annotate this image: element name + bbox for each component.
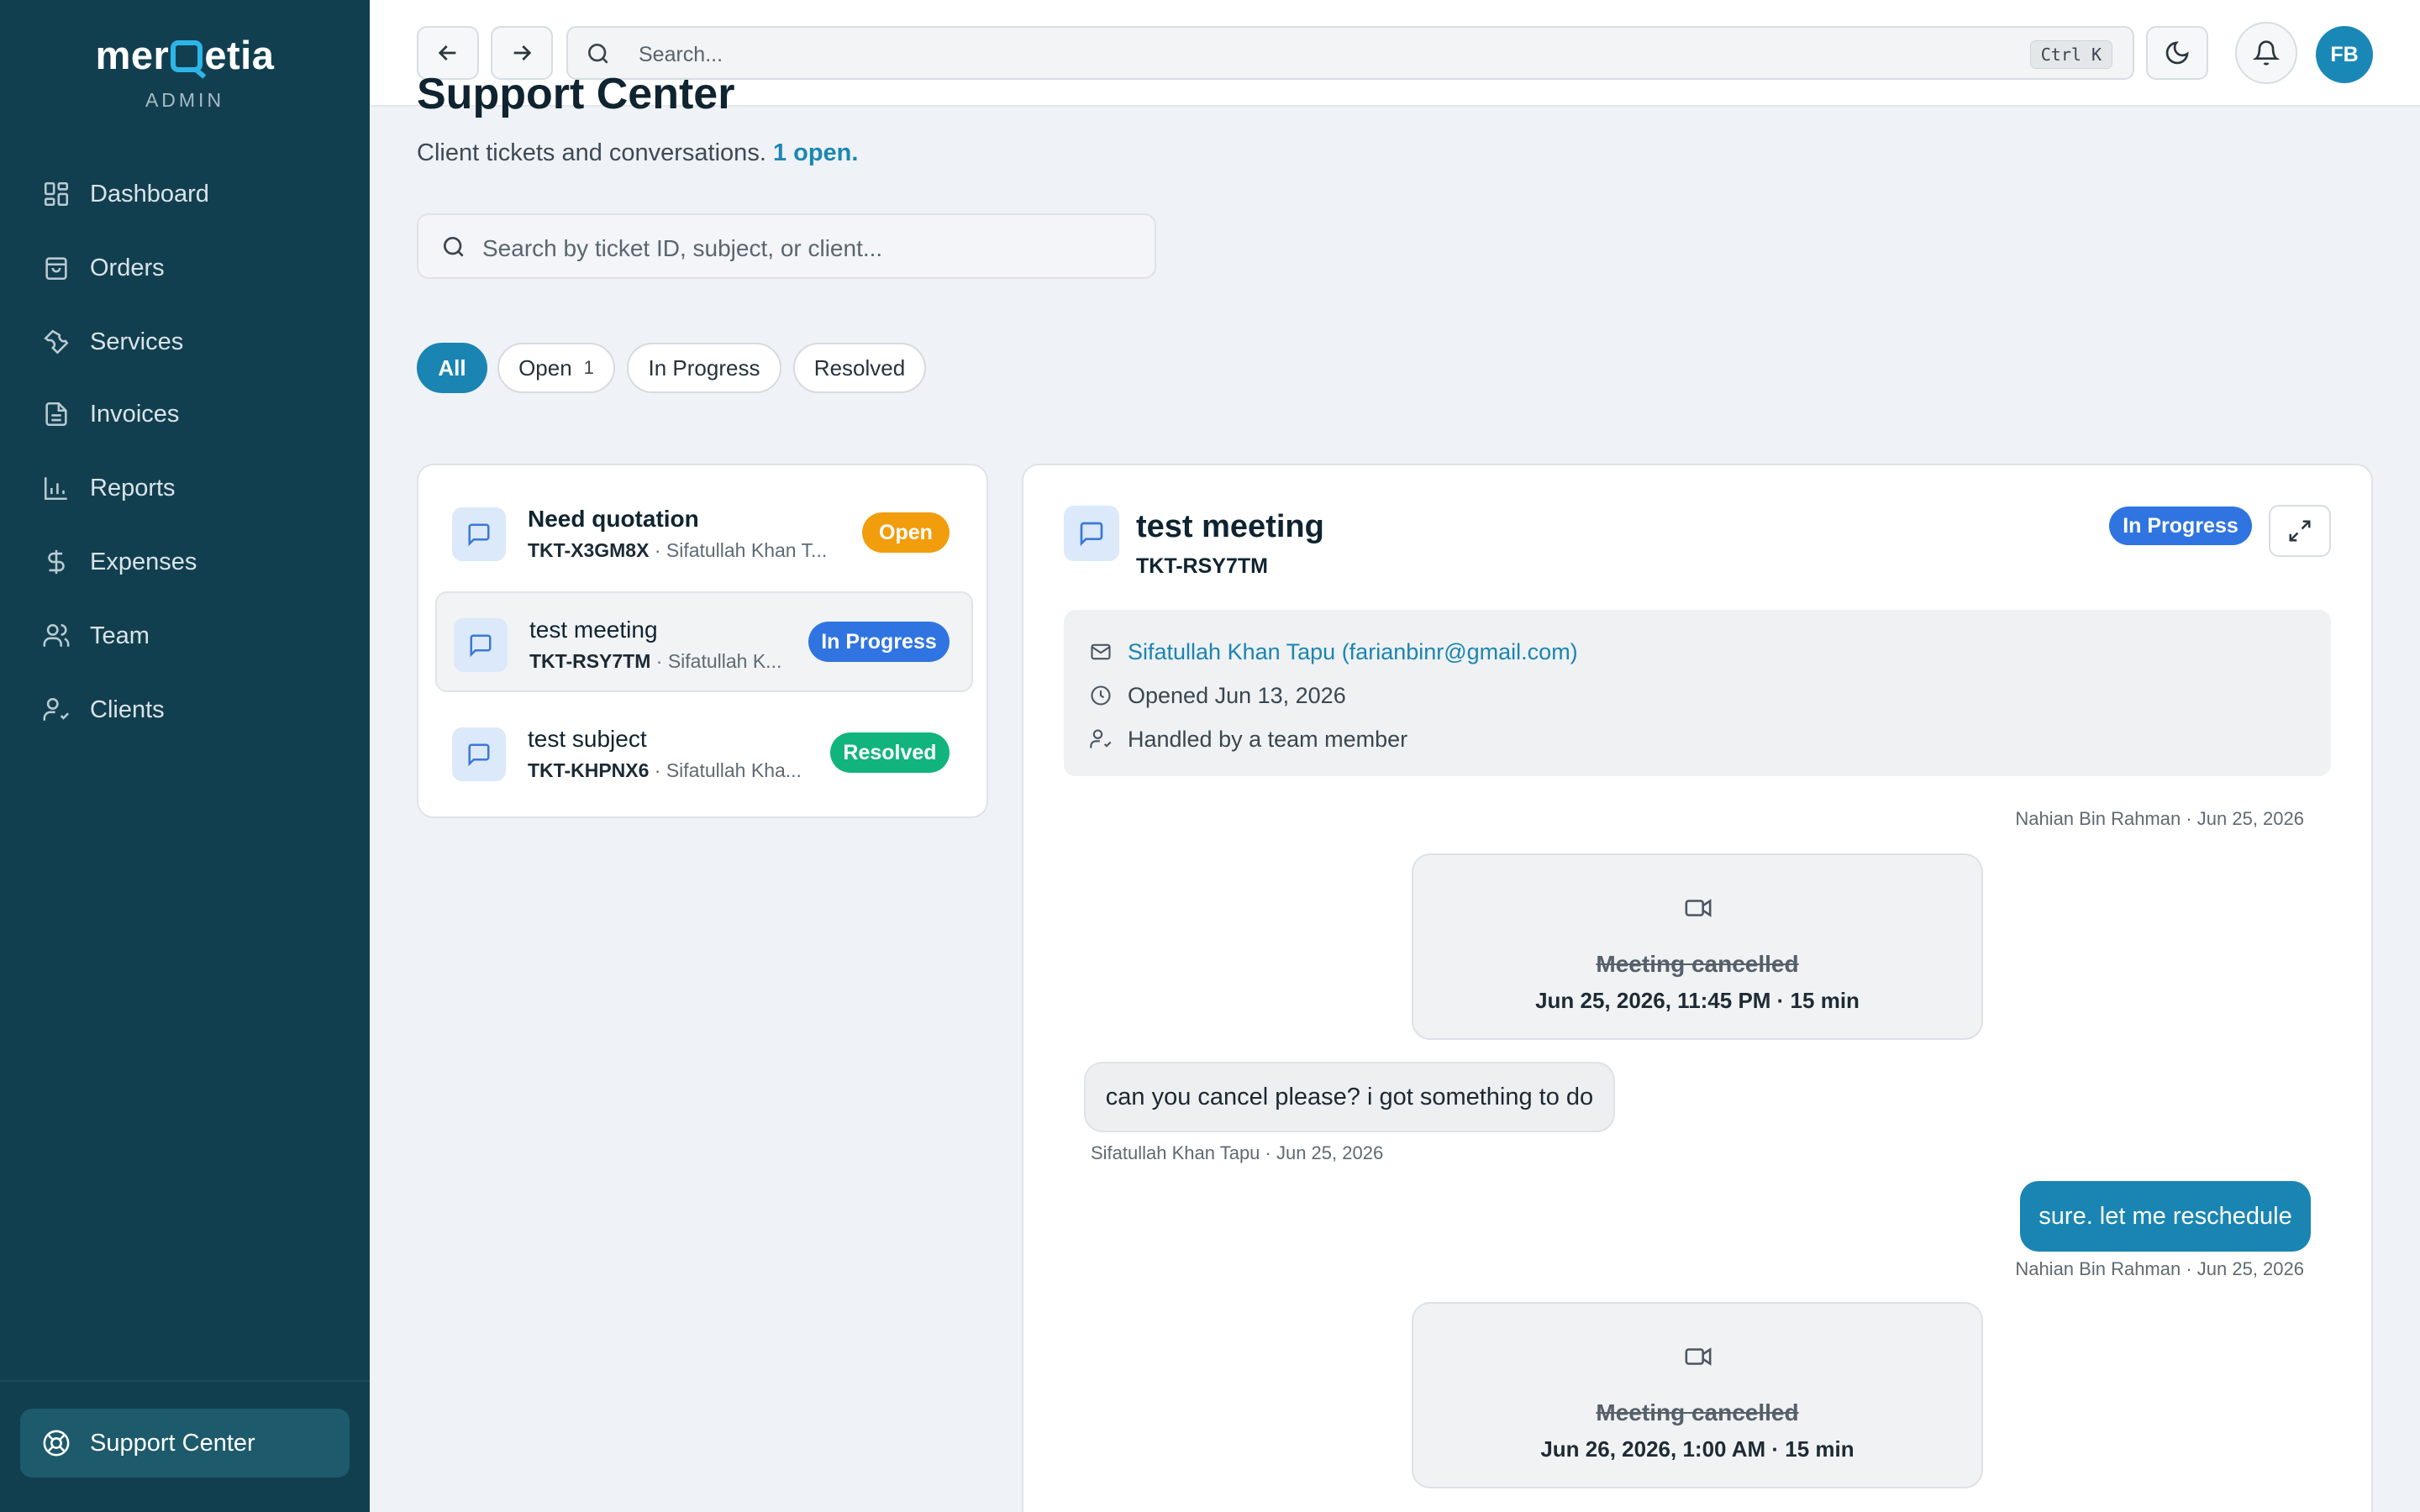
- filter-all[interactable]: All: [417, 343, 487, 393]
- page-subtitle: Client tickets and conversations. 1 open…: [417, 139, 859, 166]
- notifications-button[interactable]: [2235, 22, 2297, 84]
- mail-icon: [1091, 643, 1111, 660]
- ticket-search-input[interactable]: Search by ticket ID, subject, or client.…: [417, 213, 1156, 279]
- user-check-icon: [43, 697, 70, 721]
- sidebar-item-label: Support Center: [90, 1429, 255, 1457]
- sidebar-item-dashboard[interactable]: Dashboard: [20, 162, 350, 226]
- arrow-right-icon: [513, 45, 532, 60]
- ticket-list-item[interactable]: Need quotation TKT-X3GM8X · Sifatullah K…: [435, 482, 973, 583]
- sidebar-divider: [0, 1380, 370, 1382]
- message-meta: Sifatullah Khan Tapu · Jun 25, 2026: [1091, 1142, 1384, 1163]
- sidebar-item-label: Expenses: [90, 548, 197, 575]
- video-icon: [1685, 1347, 1712, 1366]
- outgoing-message-bubble: sure. let me reschedule: [2020, 1181, 2311, 1252]
- document-icon: [45, 402, 67, 427]
- handled-by: Handled by a team member: [1128, 726, 1408, 752]
- status-badge[interactable]: In Progress: [2109, 507, 2252, 545]
- lifebuoy-icon: [43, 1430, 70, 1457]
- shopping-bag-icon: [45, 257, 67, 281]
- status-badge: In Progress: [808, 622, 950, 662]
- search-placeholder: Search...: [639, 43, 723, 66]
- search-icon: [444, 237, 464, 257]
- ticket-subject: test meeting: [529, 617, 658, 643]
- sidebar-item-support-center[interactable]: Support Center: [20, 1409, 350, 1478]
- ticket-meta: TKT-KHPNX6 · Sifatullah Kha...: [528, 759, 802, 781]
- client-email-link[interactable]: Sifatullah Khan Tapu (farianbinr@gmail.c…: [1128, 639, 1578, 665]
- filter-resolved[interactable]: Resolved: [793, 343, 926, 393]
- ticket-subject: Need quotation: [528, 506, 699, 532]
- ticket-title: test meeting: [1136, 509, 1324, 544]
- meeting-status: Meeting cancelled: [1596, 1399, 1799, 1425]
- status-badge: Open: [862, 512, 950, 553]
- clock-icon: [1091, 685, 1111, 706]
- opened-date-row: Opened Jun 13, 2026: [1089, 679, 1346, 712]
- sidebar-item-team[interactable]: Team: [20, 604, 350, 668]
- brand-subtitle: ADMIN: [145, 89, 225, 111]
- bar-chart-icon: [44, 477, 67, 501]
- meeting-card[interactable]: Meeting cancelled Jun 26, 2026, 1:00 AM …: [1412, 1302, 1983, 1488]
- filter-in-progress[interactable]: In Progress: [627, 343, 781, 393]
- client-email-row[interactable]: Sifatullah Khan Tapu (farianbinr@gmail.c…: [1089, 635, 1578, 669]
- message-square-icon: [452, 507, 506, 561]
- moon-icon: [2165, 41, 2189, 65]
- message-square-icon: [452, 727, 506, 781]
- sidebar-item-label: Reports: [90, 474, 176, 501]
- meeting-card[interactable]: Meeting cancelled Jun 25, 2026, 11:45 PM…: [1412, 853, 1983, 1040]
- meeting-status: Meeting cancelled: [1596, 951, 1799, 977]
- bell-icon: [2253, 40, 2280, 66]
- sidebar-item-label: Team: [90, 622, 150, 649]
- ticket-meta: TKT-RSY7TM · Sifatullah K...: [529, 650, 782, 672]
- theme-toggle-button[interactable]: [2146, 26, 2208, 80]
- page-title: Support Center: [417, 70, 735, 118]
- ticket-id: TKT-RSY7TM: [1136, 554, 1268, 578]
- open-count-summary: 1 open.: [772, 139, 859, 166]
- sidebar-item-invoices[interactable]: Invoices: [20, 382, 350, 446]
- user-check-icon: [1090, 729, 1112, 748]
- ticket-list: Need quotation TKT-X3GM8X · Sifatullah K…: [417, 464, 988, 818]
- video-icon: [1685, 899, 1712, 917]
- meeting-time: Jun 26, 2026, 1:00 AM · 15 min: [1540, 1436, 1854, 1462]
- ticket-search-placeholder: Search by ticket ID, subject, or client.…: [482, 235, 883, 261]
- logo-q-mark: [171, 40, 203, 72]
- sidebar: [0, 0, 370, 1512]
- expand-button[interactable]: [2269, 505, 2331, 557]
- dollar-icon: [48, 549, 65, 575]
- message-meta: Nahian Bin Rahman · Jun 25, 2026: [2015, 1258, 2304, 1279]
- search-icon: [588, 44, 608, 64]
- filter-count: 1: [583, 357, 594, 378]
- sidebar-item-expenses[interactable]: Expenses: [20, 530, 350, 594]
- users-icon: [43, 623, 70, 647]
- message-square-icon: [1064, 506, 1119, 561]
- sidebar-item-reports[interactable]: Reports: [20, 456, 350, 520]
- sidebar-item-label: Clients: [90, 696, 165, 723]
- sidebar-item-label: Services: [90, 328, 184, 355]
- filter-open[interactable]: Open 1: [497, 343, 615, 393]
- message-meta: Nahian Bin Rahman · Jun 25, 2026: [2015, 808, 2304, 829]
- sidebar-item-label: Dashboard: [90, 180, 209, 207]
- meeting-time: Jun 25, 2026, 11:45 PM · 15 min: [1535, 988, 1860, 1013]
- sidebar-item-label: Orders: [90, 254, 165, 281]
- opened-date: Opened Jun 13, 2026: [1128, 682, 1346, 708]
- user-avatar[interactable]: FB: [2316, 26, 2373, 83]
- dashboard-grid-icon: [44, 181, 69, 207]
- status-badge: Resolved: [830, 732, 950, 773]
- sidebar-item-services[interactable]: Services: [20, 310, 350, 374]
- brand-logo[interactable]: mer etia: [0, 32, 370, 78]
- global-search-input[interactable]: Search... Ctrl K: [566, 26, 2134, 80]
- sidebar-item-orders[interactable]: Orders: [20, 236, 350, 300]
- ticket-meta: TKT-X3GM8X · Sifatullah Khan T...: [528, 539, 828, 561]
- keyboard-shortcut-hint: Ctrl K: [2029, 40, 2112, 69]
- arrow-left-icon: [438, 45, 456, 60]
- wrench-icon: [44, 329, 69, 354]
- ticket-subject: test subject: [528, 726, 647, 752]
- handled-by-row: Handled by a team member: [1089, 722, 1407, 756]
- ticket-list-item-selected[interactable]: test meeting TKT-RSY7TM · Sifatullah K..…: [435, 591, 973, 692]
- maximize-icon: [2289, 520, 2311, 542]
- sidebar-item-label: Invoices: [90, 400, 180, 428]
- ticket-list-item[interactable]: test subject TKT-KHPNX6 · Sifatullah Kha…: [435, 702, 973, 803]
- message-square-icon: [454, 618, 508, 672]
- sidebar-item-clients[interactable]: Clients: [20, 678, 350, 742]
- incoming-message-bubble: can you cancel please? i got something t…: [1084, 1062, 1615, 1132]
